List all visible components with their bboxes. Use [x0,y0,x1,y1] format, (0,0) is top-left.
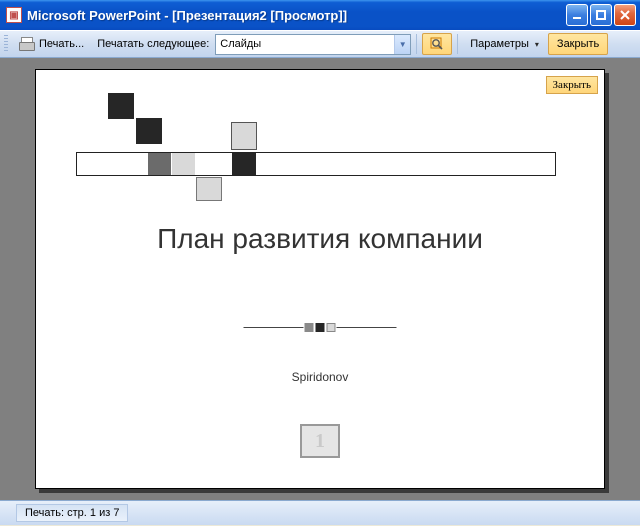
slide-title: План развития компании [36,223,604,255]
slide-divider [244,323,397,332]
minimize-button[interactable] [566,4,588,26]
deco-square [136,118,162,144]
printer-icon [19,37,35,51]
deco-square [148,153,171,175]
page-container: Закрыть План развития компании Spiridono… [35,69,605,489]
status-text-well: Печать: стр. 1 из 7 [16,504,128,522]
zoom-button[interactable] [422,33,452,55]
slide-number: 1 [315,430,325,453]
print-what-value: Слайды [220,38,261,50]
print-preview-toolbar: Печать... Печатать следующее: Слайды ▼ П… [0,30,640,58]
print-what-combo[interactable]: Слайды ▼ [215,34,411,55]
window-buttons [566,4,636,26]
window-title: Microsoft PowerPoint - [Презентация2 [Пр… [27,8,566,23]
maximize-button[interactable] [590,4,612,26]
magnifier-icon [429,36,445,52]
toolbar-grip[interactable] [4,35,8,53]
status-bar: Печать: стр. 1 из 7 [0,500,640,525]
app-icon: ▣ [6,7,22,23]
toolbar-separator [457,34,458,54]
status-text: Печать: стр. 1 из 7 [25,507,119,519]
print-button-label: Печать... [39,38,84,50]
slide-author: Spiridonov [36,370,604,384]
print-preview-area: Закрыть План развития компании Spiridono… [0,58,640,500]
dropdown-arrow-icon: ▼ [394,35,410,54]
slide-number-box: 1 [300,424,340,458]
divider-line [337,327,397,328]
divider-line [244,327,304,328]
print-what-label: Печатать следующее: [93,38,213,50]
deco-square [108,93,134,119]
deco-square [196,177,222,201]
slide-page[interactable]: Закрыть План развития компании Spiridono… [35,69,605,489]
print-button[interactable]: Печать... [12,33,91,55]
divider-square [327,323,336,332]
overlay-close-label: Закрыть [553,79,591,91]
toolbar-separator [416,34,417,54]
divider-square [305,323,314,332]
close-preview-button[interactable]: Закрыть [548,33,608,55]
deco-square [232,153,256,175]
options-button[interactable]: Параметры [463,33,546,55]
deco-square [231,122,257,150]
overlay-close-button[interactable]: Закрыть [546,76,598,94]
title-bar: ▣ Microsoft PowerPoint - [Презентация2 [… [0,0,640,30]
close-preview-label: Закрыть [557,38,599,50]
deco-square [172,153,195,175]
window-close-button[interactable] [614,4,636,26]
divider-square [316,323,325,332]
options-button-label: Параметры [470,38,529,50]
